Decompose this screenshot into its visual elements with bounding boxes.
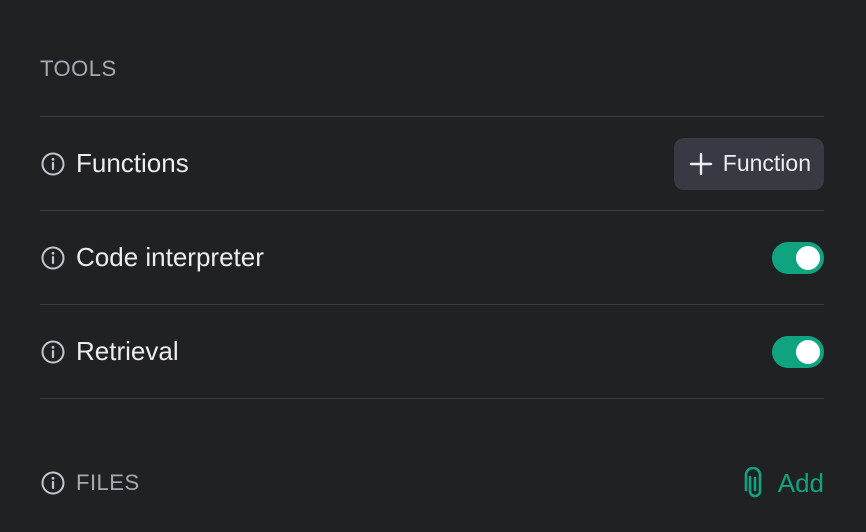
assistant-tools-panel: TOOLS Functions Function Code interprete… xyxy=(40,0,824,532)
toggle-knob xyxy=(796,245,820,270)
retrieval-row: Retrieval xyxy=(40,305,824,398)
paperclip-icon xyxy=(742,467,768,499)
plus-icon xyxy=(689,152,713,176)
toggle-knob xyxy=(796,339,820,364)
retrieval-row-left: Retrieval xyxy=(40,336,179,367)
add-files-button[interactable]: Add xyxy=(742,467,824,499)
files-row: FILES Add xyxy=(40,458,824,508)
add-files-label: Add xyxy=(777,467,824,498)
functions-row: Functions Function xyxy=(40,117,824,210)
code-interpreter-toggle[interactable] xyxy=(772,241,824,274)
add-function-label: Function xyxy=(722,150,811,176)
code-interpreter-row-left: Code interpreter xyxy=(40,242,264,273)
info-icon[interactable] xyxy=(40,245,66,271)
code-interpreter-label: Code interpreter xyxy=(76,242,264,272)
tools-section-title: TOOLS xyxy=(40,56,117,81)
add-function-button[interactable]: Function xyxy=(673,137,824,190)
info-icon[interactable] xyxy=(40,339,66,365)
info-icon[interactable] xyxy=(40,151,66,177)
files-section-title: FILES xyxy=(76,470,140,495)
functions-row-left: Functions xyxy=(40,148,189,179)
functions-label: Functions xyxy=(76,148,189,178)
files-row-left: FILES xyxy=(40,470,140,496)
divider xyxy=(40,398,824,399)
code-interpreter-row: Code interpreter xyxy=(40,211,824,304)
info-icon[interactable] xyxy=(40,470,66,496)
retrieval-toggle[interactable] xyxy=(772,335,824,368)
retrieval-label: Retrieval xyxy=(76,336,179,366)
